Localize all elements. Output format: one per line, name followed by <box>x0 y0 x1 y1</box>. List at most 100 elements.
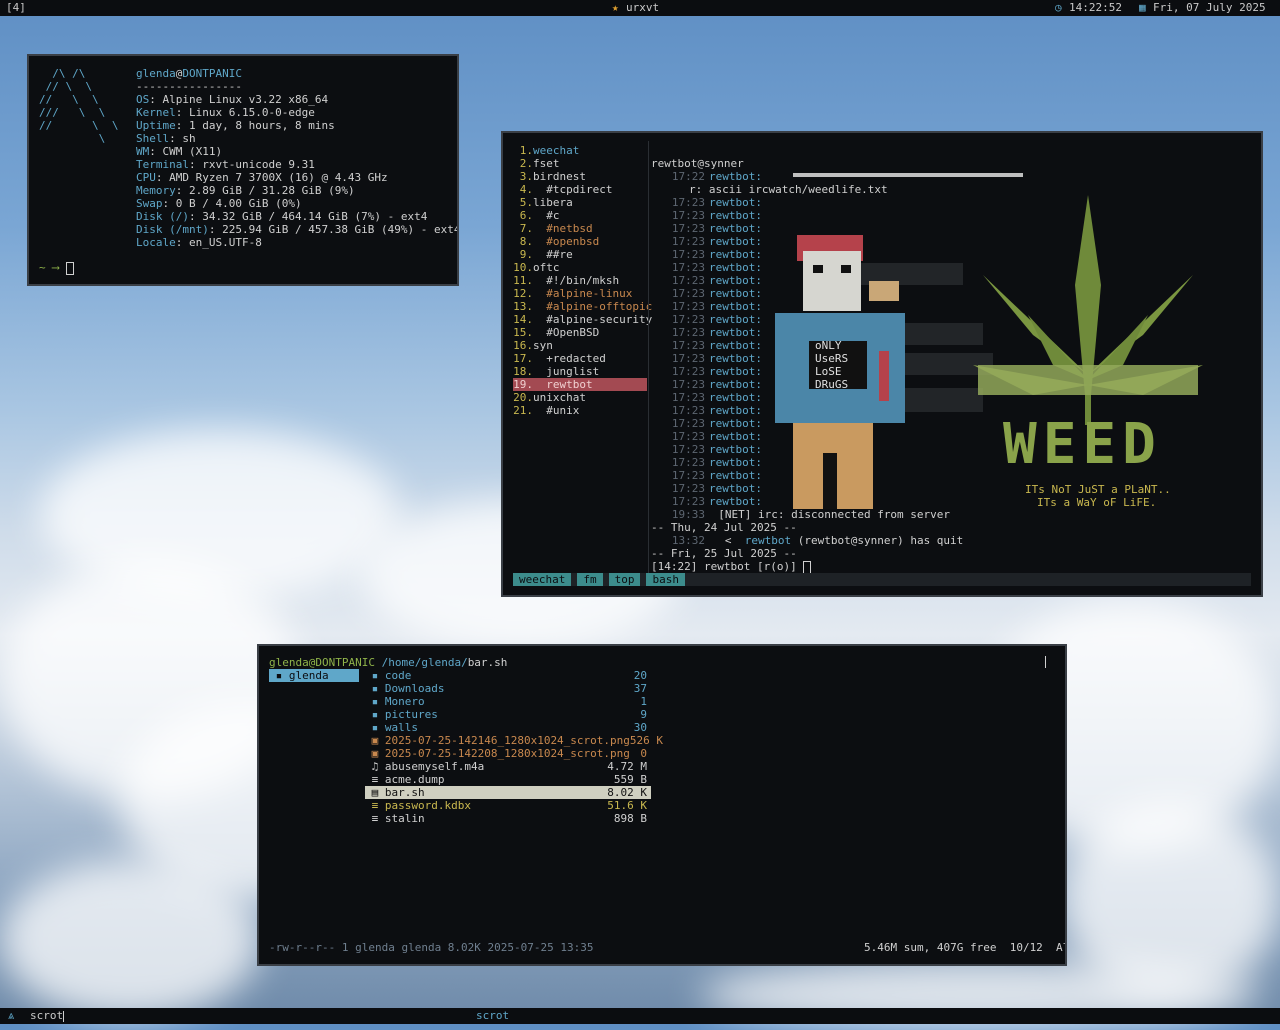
weed-title: WEED <box>1003 412 1162 477</box>
buffer-name: #tcpdirect <box>533 183 613 196</box>
buffer-name: #!/bin/mksh <box>533 274 620 287</box>
buffer-item[interactable]: 4. #tcpdirect <box>513 183 647 196</box>
input-line[interactable]: [14:22] rewtbot [r(o)] <box>651 560 1251 574</box>
chat-time: 17:23 <box>671 495 705 508</box>
file-manager-window[interactable]: glenda@DONTPANIC /home/glenda/bar.sh ▪ g… <box>257 644 1067 966</box>
fetch-value: rxvt-unicode 9.31 <box>202 158 315 171</box>
buffer-number: 9. <box>519 248 533 261</box>
fm-entry-name: walls <box>384 721 418 734</box>
buffer-item[interactable]: 14. #alpine-security <box>513 313 652 326</box>
fetch-value: CWM (X11) <box>162 145 223 158</box>
text-cursor <box>65 261 74 275</box>
chat-time: 17:23 <box>671 313 705 326</box>
chat-time: 17:23 <box>671 222 705 235</box>
fm-entry[interactable]: ♫ abusemyself.m4a 4.72 M <box>365 760 651 773</box>
buffer-item[interactable]: 17. +redacted <box>513 352 647 365</box>
fm-entry[interactable]: ≡ stalin 898 B <box>365 812 651 825</box>
folder-icon: ▪ <box>365 695 385 708</box>
buffer-name: birdnest <box>533 170 586 183</box>
buffer-number: 15. <box>513 326 533 339</box>
tmux-status-bar: weechat fm top bash <box>513 573 1251 586</box>
fetch-key: Shell <box>136 132 170 145</box>
buffer-number: 3. <box>519 170 533 183</box>
buffer-name: #c <box>533 209 560 222</box>
fm-entry[interactable]: ▪ code 20 <box>365 669 651 682</box>
chat-time: 17:23 <box>671 365 705 378</box>
fetch-row: WM: CWM (X11) <box>136 145 223 158</box>
buffer-item[interactable]: 12. #alpine-linux <box>513 287 647 300</box>
buffer-name: +redacted <box>533 352 606 365</box>
fm-entry-name: abusemyself.m4a <box>384 760 485 773</box>
fetch-host: DONTPANIC <box>182 67 242 80</box>
buffer-item[interactable]: 2.fset <box>513 157 647 170</box>
buffer-item[interactable]: 6. #c <box>513 209 647 222</box>
text-cursor <box>803 560 812 574</box>
fetch-terminal-window[interactable]: /\ /\ // \ \// \ \/// \ \// \ \ \ glenda… <box>27 54 459 286</box>
buffer-item[interactable]: 13. #alpine-offtopic <box>513 300 652 313</box>
fm-entry-size: 526 K <box>629 734 664 747</box>
buffer-number: 20. <box>513 391 533 404</box>
file-icon: ≡ <box>365 799 385 812</box>
buffer-item[interactable]: 11. #!/bin/mksh <box>513 274 647 287</box>
buffer-item[interactable]: 3.birdnest <box>513 170 647 183</box>
buffer-item[interactable]: 5.libera <box>513 196 647 209</box>
fetch-row: Kernel: Linux 6.15.0-0-edge <box>136 106 315 119</box>
clock-time: 14:22:52 <box>1069 1 1122 14</box>
chat-time: 17:23 <box>671 209 705 222</box>
tmux-tab-bash[interactable]: bash <box>646 573 685 586</box>
chat-time: 17:23 <box>671 417 705 430</box>
buffer-item[interactable]: 20.unixchat <box>513 391 647 404</box>
logo-line: /\ /\ <box>39 67 86 80</box>
fm-entry[interactable]: ▤ bar.sh 8.02 K <box>365 786 651 799</box>
workspace-indicator[interactable]: [4] <box>6 0 26 16</box>
fetch-key: CPU <box>136 171 156 184</box>
fm-entry[interactable]: ▪ walls 30 <box>365 721 651 734</box>
buffer-item[interactable]: 21. #unix <box>513 404 647 417</box>
buffer-item[interactable]: 19. rewtbot <box>513 378 647 391</box>
fm-entry[interactable]: ▪ pictures 9 <box>365 708 651 721</box>
fetch-row: Memory: 2.89 GiB / 31.28 GiB (9%) <box>136 184 355 197</box>
buffer-item[interactable]: 7. #netbsd <box>513 222 647 235</box>
launcher-input[interactable]: scrot <box>30 1008 65 1024</box>
fm-parent-item[interactable]: ▪ glenda <box>269 669 359 682</box>
buffer-name: #openbsd <box>533 235 600 248</box>
weechat-window[interactable]: 1.weechat 2.fset 3.birdnest 4. #tcpdirect 5.… <box>501 131 1263 597</box>
fetch-key: WM <box>136 145 150 158</box>
fetch-value: Linux 6.15.0-0-edge <box>189 106 315 119</box>
buffer-number: 5. <box>519 196 533 209</box>
fm-entry[interactable]: ▣ 2025-07-25-142208_1280x1024_scrot.png 0 <box>365 747 651 760</box>
tmux-tab-top[interactable]: top <box>608 573 641 586</box>
ascii-word: oNLY <box>815 339 842 352</box>
shell-prompt[interactable]: ~ ⟶ <box>39 261 74 275</box>
file-icon: ≡ <box>365 812 385 825</box>
buffer-number: 12. <box>513 287 533 300</box>
buffer-item[interactable]: 10.oftc <box>513 261 647 274</box>
buffer-item[interactable]: 15. #OpenBSD <box>513 326 647 339</box>
top-bar: [4] ★ urxvt ◷ 14:22:52 ▦ Fri, 07 July 20… <box>0 0 1280 16</box>
tmux-tab-weechat[interactable]: weechat <box>513 573 572 586</box>
buffer-item[interactable]: 18. junglist <box>513 365 647 378</box>
fm-entry-name: 2025-07-25-142208_1280x1024_scrot.png <box>384 747 630 760</box>
buffer-name: fset <box>533 157 560 170</box>
chat-time: 17:23 <box>671 443 705 456</box>
folder-icon: ▪ <box>365 721 385 734</box>
launcher-match[interactable]: scrot <box>476 1008 509 1024</box>
chat-header: rewtbot@synner <box>651 157 744 170</box>
tmux-tab-fm[interactable]: fm <box>577 573 603 586</box>
buffer-item[interactable]: 1.weechat <box>513 144 647 157</box>
buffer-divider <box>648 141 649 581</box>
buffer-number: 16. <box>513 339 533 352</box>
buffer-item[interactable]: 8. #openbsd <box>513 235 647 248</box>
fm-entry[interactable]: ▣ 2025-07-25-142146_1280x1024_scrot.png 5… <box>365 734 663 747</box>
buffer-item[interactable]: 9. ##re <box>513 248 647 261</box>
fm-entry[interactable]: ≡ acme.dump 559 B <box>365 773 651 786</box>
fm-entry[interactable]: ▪ Monero 1 <box>365 695 651 708</box>
buffer-number: 14. <box>513 313 533 326</box>
fm-entry[interactable]: ▪ Downloads 37 <box>365 682 651 695</box>
buffer-item[interactable]: 16.syn <box>513 339 647 352</box>
fm-entry[interactable]: ≡ password.kdbx 51.6 K <box>365 799 651 812</box>
input-mode: [r(o)] <box>756 560 797 573</box>
chat-time: 17:23 <box>671 196 705 209</box>
fm-entry-name: stalin <box>384 812 425 825</box>
buffer-name: #alpine-linux <box>533 287 633 300</box>
